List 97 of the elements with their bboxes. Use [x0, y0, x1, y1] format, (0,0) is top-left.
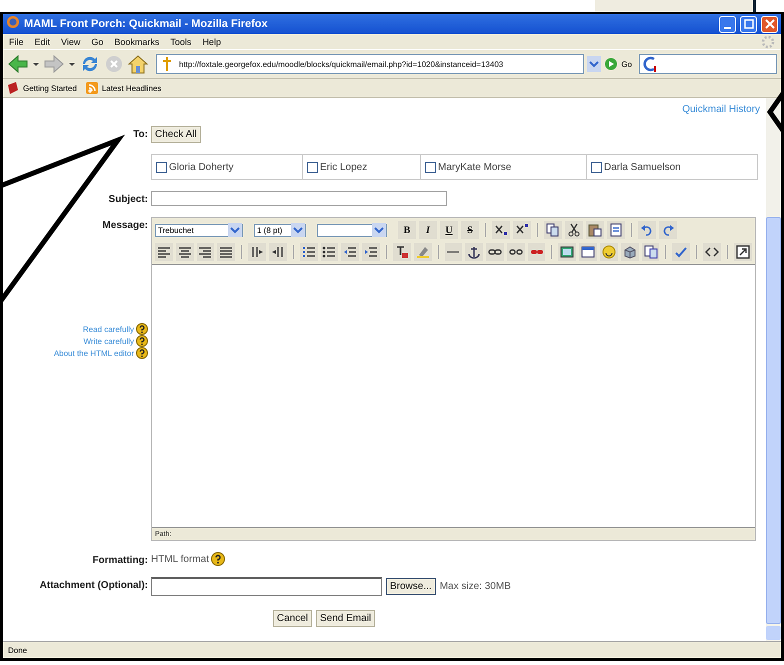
highlight-icon[interactable]	[416, 245, 430, 259]
bookmark-icon	[6, 81, 20, 95]
left-to-right-icon[interactable]	[250, 245, 264, 259]
maximize-icon	[744, 19, 754, 29]
go-icon[interactable]	[604, 57, 618, 71]
justify-icon[interactable]	[219, 245, 234, 259]
checkbox[interactable]	[591, 162, 602, 172]
dropdown-caret-icon	[228, 223, 242, 237]
recipient-name: Gloria Doherty	[169, 162, 234, 172]
field-label: Formatting:	[92, 555, 148, 566]
menu-item[interactable]: Edit	[34, 36, 50, 46]
help-icon[interactable]	[136, 323, 148, 335]
fullscreen-icon[interactable]	[736, 245, 750, 259]
menu-item[interactable]: Bookmarks	[114, 36, 160, 46]
field-label: To:	[133, 129, 148, 140]
dropdown[interactable]: 1 (8 pt)	[254, 224, 306, 236]
throbber-icon	[761, 34, 775, 48]
menu-item[interactable]: Go	[91, 36, 104, 46]
text-color-icon[interactable]	[394, 245, 409, 259]
document-icon[interactable]	[609, 223, 623, 237]
check-all-button[interactable]: Check All	[151, 126, 201, 143]
dropdown-caret-icon[interactable]	[68, 60, 76, 68]
scissors-icon[interactable]	[567, 223, 581, 237]
recipient-name: Eric Lopez	[320, 162, 368, 172]
field-label: Attachment (Optional):	[40, 580, 148, 591]
search-engine-icon	[643, 56, 657, 72]
menu-item[interactable]: File	[9, 36, 24, 46]
menu-item[interactable]: View	[61, 36, 80, 46]
format-button[interactable]: S	[461, 221, 479, 239]
close-button[interactable]	[761, 16, 778, 32]
form-button[interactable]: Cancel	[272, 610, 312, 627]
bookmark-link[interactable]: Latest Headlines	[84, 81, 162, 95]
image-icon[interactable]	[560, 245, 574, 259]
align-center-icon[interactable]	[178, 245, 192, 259]
recipient-name: Darla Samuelson	[604, 162, 681, 172]
max-size-text: Max size: 30MB	[440, 581, 511, 592]
minimize-icon	[724, 27, 731, 29]
checkbox[interactable]	[307, 162, 318, 172]
help-link[interactable]: Write carefully	[83, 336, 134, 346]
smiley-icon[interactable]	[602, 245, 616, 259]
spellcheck-icon[interactable]	[674, 245, 688, 259]
redo-icon[interactable]	[661, 223, 675, 237]
form-button[interactable]: Send Email	[316, 610, 376, 627]
file-path-field[interactable]	[151, 577, 382, 596]
indent-icon[interactable]	[364, 245, 378, 259]
browse-button[interactable]: Browse...	[386, 578, 436, 595]
menu-item[interactable]: Tools	[170, 36, 192, 46]
dropdown[interactable]	[317, 224, 387, 236]
numbered-list-icon[interactable]	[302, 245, 316, 259]
cross-icon	[161, 56, 173, 72]
help-link[interactable]: Read carefully	[82, 324, 134, 334]
menu-item[interactable]: Help	[202, 36, 221, 46]
status-text: Done	[8, 646, 28, 654]
search-field[interactable]	[639, 54, 777, 74]
format-button[interactable]: U	[440, 221, 458, 239]
help-icon[interactable]	[210, 552, 225, 566]
table-icon[interactable]	[581, 245, 596, 259]
code-icon[interactable]	[705, 245, 720, 259]
window-title: MAML Front Porch: Quickmail - Mozilla Firefox	[24, 18, 268, 30]
align-right-icon[interactable]	[198, 245, 212, 259]
dropdown-caret-icon[interactable]	[587, 56, 602, 72]
address-field[interactable]: http://foxtale.georgefox.edu/moodle/blocks/quickmail/email.php?id=1020&instanceid=13403	[156, 54, 584, 74]
right-to-left-icon[interactable]	[270, 245, 285, 259]
help-icon[interactable]	[136, 347, 148, 359]
dropdown-caret-icon	[291, 223, 305, 237]
copy-icon[interactable]	[546, 223, 560, 237]
minimize-button[interactable]	[719, 16, 736, 32]
back-arrow-icon[interactable]	[7, 54, 29, 74]
maximize-button[interactable]	[740, 16, 757, 32]
outdent-icon[interactable]	[343, 245, 358, 259]
format-value: HTML format	[151, 554, 209, 564]
dropdown-caret-icon	[372, 223, 386, 237]
field-label: Message:	[102, 220, 148, 231]
help-icon[interactable]	[136, 335, 148, 347]
scrollbar[interactable]	[766, 98, 781, 641]
rss-feed-icon	[84, 81, 99, 95]
subscript-icon[interactable]	[494, 223, 508, 237]
align-left-icon[interactable]	[156, 245, 171, 259]
recipient-name: MaryKate Morse	[438, 162, 512, 172]
format-button[interactable]: I	[419, 221, 437, 239]
close-icon	[764, 19, 774, 29]
checkbox[interactable]	[156, 162, 167, 172]
format-button[interactable]: B	[398, 221, 416, 239]
help-link[interactable]: About the HTML editor	[54, 348, 134, 358]
bookmark-link[interactable]: Getting Started	[6, 81, 77, 95]
bullet-list-icon[interactable]	[322, 245, 336, 259]
box-icon[interactable]	[622, 245, 637, 259]
checkbox[interactable]	[425, 162, 436, 172]
go-button[interactable]: Go	[621, 60, 632, 68]
undo-icon[interactable]	[640, 223, 654, 237]
home-icon[interactable]	[127, 54, 149, 74]
clipboard-icon[interactable]	[588, 223, 602, 237]
field-label: Subject:	[108, 194, 148, 205]
dropdown[interactable]: Trebuchet	[155, 224, 243, 236]
anchor-icon[interactable]	[467, 245, 482, 259]
subject-field[interactable]	[151, 191, 447, 206]
dropdown-caret-icon[interactable]	[32, 60, 40, 68]
